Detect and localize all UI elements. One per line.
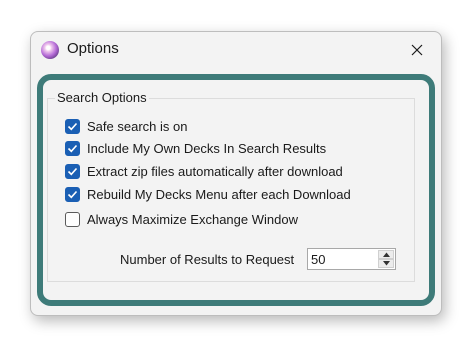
chevron-up-icon <box>383 252 390 257</box>
checkbox-box[interactable] <box>65 140 80 156</box>
results-count-label: Number of Results to Request <box>120 252 295 267</box>
checkbox-extract-zip[interactable]: Extract zip files automatically after do… <box>65 161 343 181</box>
spin-down-button[interactable] <box>378 259 394 268</box>
checkbox-box[interactable] <box>65 118 80 134</box>
checkmark-icon <box>67 122 78 130</box>
close-button[interactable] <box>397 36 437 64</box>
checkmark-icon <box>67 144 78 152</box>
checkbox-label: Always Maximize Exchange Window <box>87 211 298 227</box>
results-count-spinner[interactable]: 50 <box>307 248 396 270</box>
checkbox-label: Safe search is on <box>87 118 188 134</box>
options-dialog: Options Search Options Safe search is on… <box>30 31 442 316</box>
results-count-value[interactable]: 50 <box>311 252 325 267</box>
checkbox-label: Include My Own Decks In Search Results <box>87 140 327 156</box>
window-title: Options <box>67 40 119 57</box>
spin-up-button[interactable] <box>378 250 394 259</box>
checkbox-box[interactable] <box>65 163 80 179</box>
checkbox-include-own-decks[interactable]: Include My Own Decks In Search Results <box>65 138 326 158</box>
checkbox-box[interactable] <box>65 211 80 227</box>
checkbox-safe-search[interactable]: Safe search is on <box>65 116 187 136</box>
checkbox-always-maximize[interactable]: Always Maximize Exchange Window <box>65 209 298 229</box>
title-bar[interactable]: Options <box>31 32 441 68</box>
checkbox-box[interactable] <box>65 186 80 202</box>
checkbox-rebuild-menu[interactable]: Rebuild My Decks Menu after each Downloa… <box>65 184 351 204</box>
checkmark-icon <box>67 167 78 175</box>
close-icon <box>411 44 423 56</box>
checkbox-label: Extract zip files automatically after do… <box>87 163 343 179</box>
checkmark-icon <box>67 190 78 198</box>
app-orb-icon <box>41 41 59 59</box>
checkbox-label: Rebuild My Decks Menu after each Downloa… <box>87 186 351 202</box>
search-options-title: Search Options <box>55 90 149 105</box>
chevron-down-icon <box>383 261 390 266</box>
